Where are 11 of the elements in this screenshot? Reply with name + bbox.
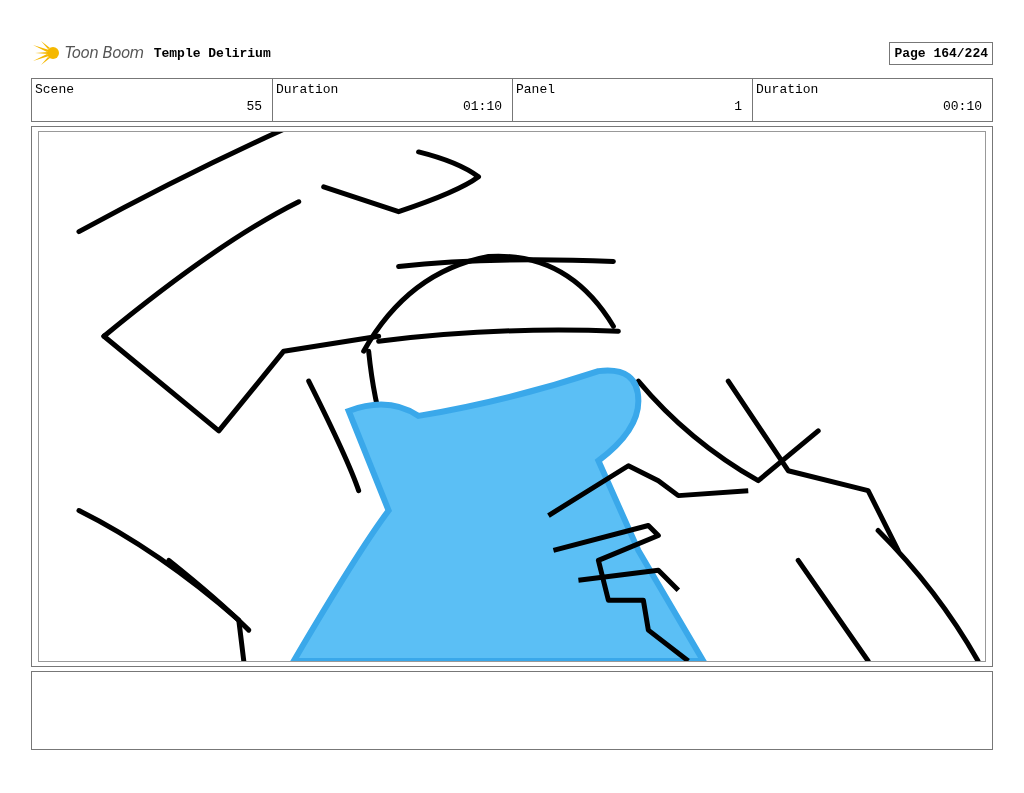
info-value: 1 (734, 99, 742, 114)
info-label: Duration (276, 82, 340, 97)
brand-logo-text: Toon Boom (65, 44, 144, 62)
info-label: Scene (35, 82, 75, 97)
info-value: 01:10 (463, 99, 502, 114)
info-value: 00:10 (943, 99, 982, 114)
info-label: Duration (756, 82, 820, 97)
project-title: Temple Delirium (153, 45, 272, 61)
info-label: Panel (516, 82, 556, 97)
info-value: 55 (246, 99, 262, 114)
page-number: Page 164/224 (889, 41, 993, 65)
